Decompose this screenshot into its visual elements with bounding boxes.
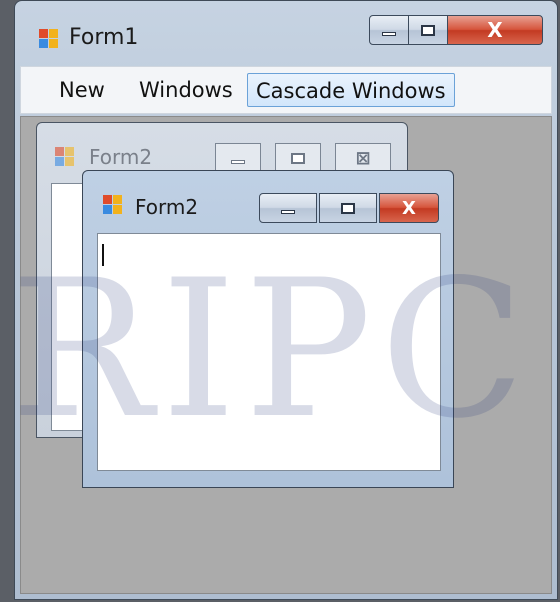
maximize-button[interactable] xyxy=(319,193,377,223)
minimize-icon xyxy=(382,32,396,36)
maximize-icon xyxy=(341,202,355,214)
close-icon: ⊠ xyxy=(355,147,371,169)
form-icon xyxy=(55,147,75,167)
form-icon xyxy=(103,195,123,215)
menu-item-windows[interactable]: Windows xyxy=(131,73,241,107)
close-button[interactable]: X xyxy=(379,193,439,223)
maximize-icon xyxy=(421,24,435,36)
maximize-button[interactable] xyxy=(408,15,448,45)
window-title: Form1 xyxy=(69,25,139,50)
menu-bar: New Windows Cascade Windows xyxy=(20,66,552,114)
text-caret xyxy=(102,244,104,266)
maximize-button[interactable] xyxy=(275,143,321,173)
minimize-icon xyxy=(281,210,295,214)
minimize-button[interactable] xyxy=(259,193,317,223)
child-window-title: Form2 xyxy=(135,195,199,219)
close-button[interactable]: ⊠ xyxy=(335,143,391,173)
close-icon: X xyxy=(487,18,503,42)
close-button[interactable]: X xyxy=(447,15,543,45)
minimize-button[interactable] xyxy=(215,143,261,173)
menu-item-cascade-windows[interactable]: Cascade Windows xyxy=(247,73,455,107)
minimize-button[interactable] xyxy=(369,15,409,45)
minimize-icon xyxy=(231,160,245,164)
maximize-icon xyxy=(291,152,305,164)
child-window-title: Form2 xyxy=(89,145,153,169)
text-box[interactable] xyxy=(97,233,441,471)
form-icon xyxy=(39,29,59,49)
child-window-front[interactable]: Form2 X xyxy=(82,170,454,488)
close-icon: X xyxy=(402,197,416,219)
menu-item-new[interactable]: New xyxy=(51,73,113,107)
